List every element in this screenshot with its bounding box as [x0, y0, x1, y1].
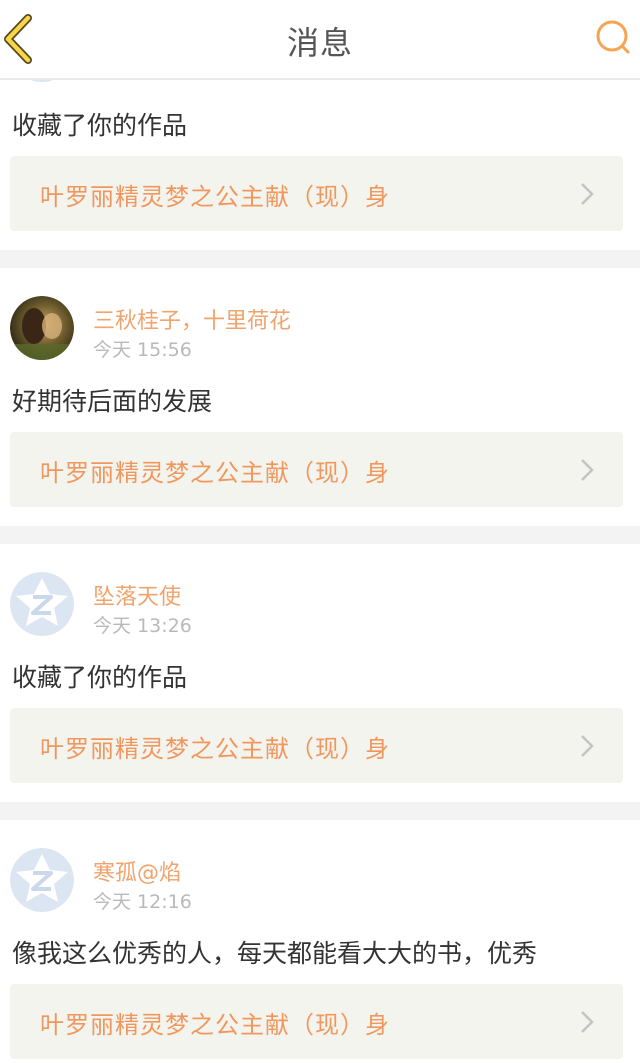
- timestamp: 今天 13:26: [93, 615, 192, 637]
- work-link-card[interactable]: 叶罗丽精灵梦之公主献（现）身: [10, 984, 623, 1059]
- avatar[interactable]: [10, 296, 74, 360]
- work-title: 叶罗丽精灵梦之公主献（现）身: [40, 459, 390, 487]
- nav-header: 消息: [0, 0, 640, 80]
- comment-text: 收藏了你的作品: [12, 111, 188, 140]
- work-link-card[interactable]: 叶罗丽精灵梦之公主献（现）身: [10, 708, 623, 783]
- separator: [0, 802, 640, 820]
- chevron-right-icon: [581, 735, 594, 757]
- avatar[interactable]: [10, 848, 74, 912]
- separator: [0, 250, 640, 268]
- work-title: 叶罗丽精灵梦之公主献（现）身: [40, 735, 390, 763]
- user-name[interactable]: 寒孤@焰: [93, 855, 181, 887]
- comment-text: 像我这么优秀的人，每天都能看大大的书，优秀: [12, 939, 538, 968]
- comment-text: 收藏了你的作品: [12, 663, 188, 692]
- chevron-right-icon: [581, 459, 594, 481]
- work-link-card[interactable]: 叶罗丽精灵梦之公主献（现）身: [10, 156, 623, 231]
- chevron-right-icon: [581, 1011, 594, 1033]
- timestamp: 今天 15:56: [93, 339, 192, 361]
- user-name[interactable]: 三秋桂子，十里荷花: [93, 303, 291, 335]
- avatar[interactable]: [10, 572, 74, 636]
- user-name[interactable]: 坠落天使: [93, 579, 181, 611]
- work-link-card[interactable]: 叶罗丽精灵梦之公主献（现）身: [10, 432, 623, 507]
- chevron-right-icon: [581, 183, 594, 205]
- work-title: 叶罗丽精灵梦之公主献（现）身: [40, 1011, 390, 1039]
- page-title: 消息: [286, 24, 353, 62]
- timestamp: 今天 12:16: [93, 891, 192, 913]
- search-icon[interactable]: [594, 18, 634, 58]
- comment-text: 好期待后面的发展: [12, 387, 213, 416]
- separator: [0, 526, 640, 544]
- work-title: 叶罗丽精灵梦之公主献（现）身: [40, 183, 390, 211]
- message-feed[interactable]: 收藏了你的作品 叶罗丽精灵梦之公主献（现）身 三秋桂子，十里荷花 今天 15:5…: [0, 0, 640, 1063]
